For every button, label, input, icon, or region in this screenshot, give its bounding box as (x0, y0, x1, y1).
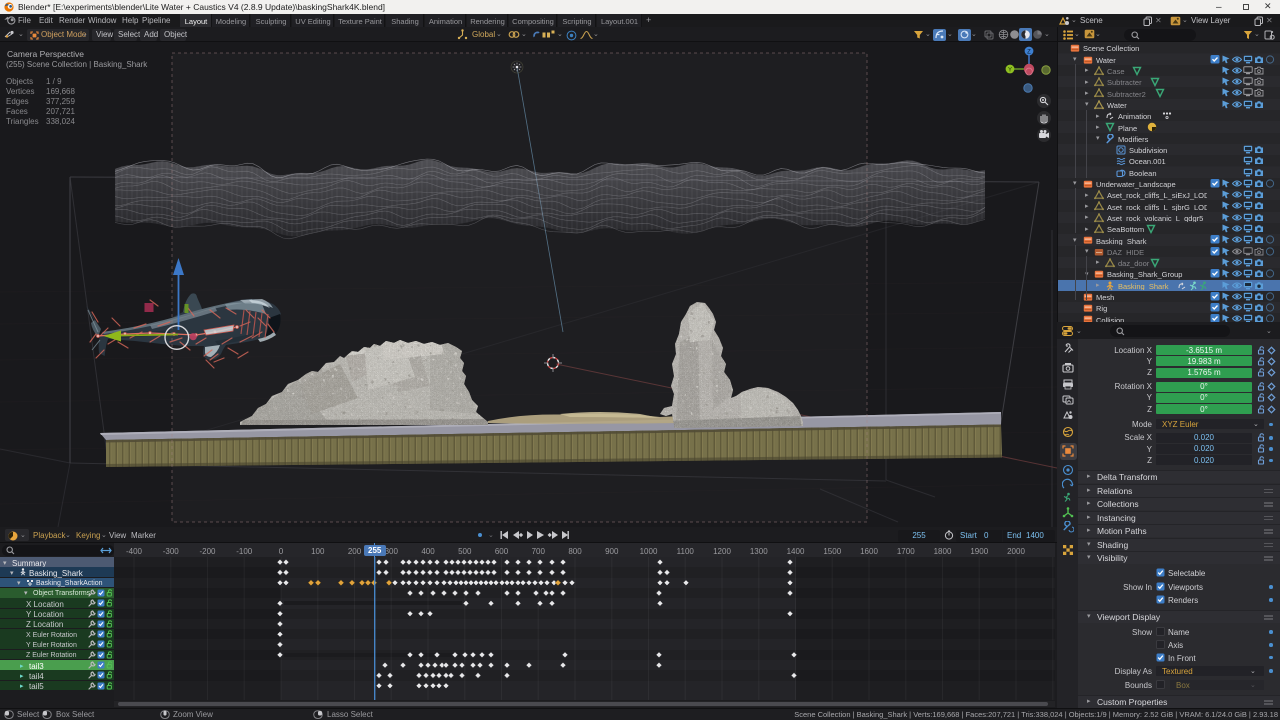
svg-text:Z: Z (1027, 50, 1031, 56)
svg-text:Y: Y (1008, 68, 1012, 74)
